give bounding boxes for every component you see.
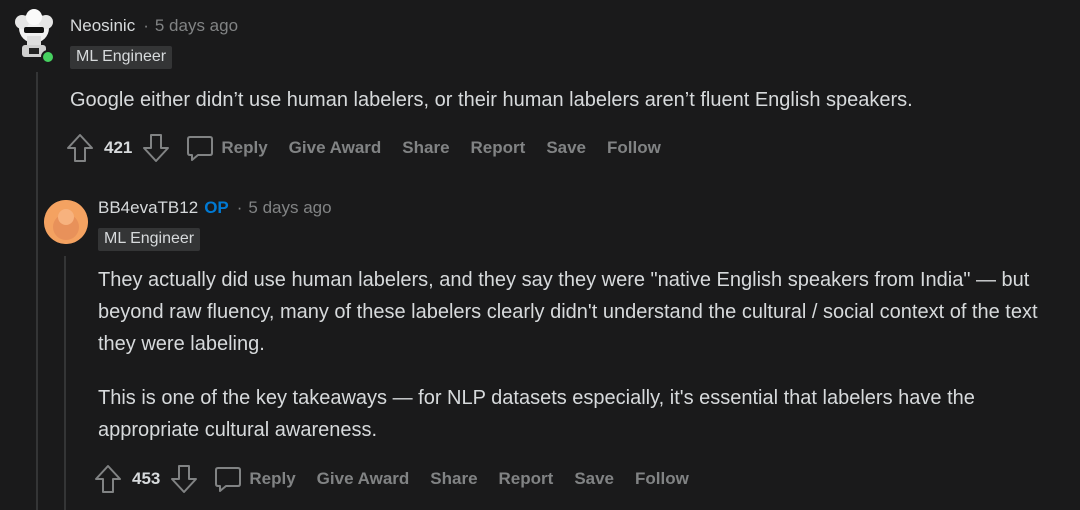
- online-status-indicator: [41, 50, 55, 64]
- author-name[interactable]: BB4evaTB12: [98, 198, 198, 218]
- give-award-button[interactable]: Give Award: [317, 469, 410, 489]
- downvote-icon[interactable]: [170, 464, 198, 494]
- separator: ·: [236, 198, 243, 217]
- timestamp[interactable]: 5 days ago: [155, 16, 238, 36]
- vote-count: 453: [132, 469, 161, 488]
- comment-actions: 421 Reply Give Award Share Report Save F…: [66, 130, 682, 166]
- comment-paragraph: They actually did use human labelers, an…: [98, 269, 1038, 355]
- thread-line[interactable]: [64, 256, 66, 510]
- comment-paragraph: This is one of the key takeaways — for N…: [98, 387, 975, 441]
- report-button[interactable]: Report: [499, 469, 554, 489]
- comment-paragraph: Google either didn’t use human labelers,…: [70, 89, 913, 111]
- avatar[interactable]: [44, 200, 88, 244]
- follow-button[interactable]: Follow: [635, 469, 689, 489]
- reply-label: Reply: [221, 138, 268, 157]
- upvote-icon[interactable]: [94, 464, 122, 494]
- comment-actions: 453 Reply Give Award Share Report Save F…: [94, 461, 710, 497]
- reply-label: Reply: [249, 469, 296, 488]
- vote-count: 421: [104, 138, 133, 157]
- default-orange-avatar-icon: [44, 200, 88, 244]
- comment-bubble-icon: [187, 136, 214, 161]
- user-flair: ML Engineer: [70, 46, 173, 69]
- follow-button[interactable]: Follow: [607, 138, 661, 158]
- give-award-button[interactable]: Give Award: [289, 138, 382, 158]
- upvote-icon[interactable]: [66, 133, 94, 163]
- comment-bubble-icon: [215, 467, 242, 492]
- downvote-icon[interactable]: [142, 133, 170, 163]
- report-button[interactable]: Report: [471, 138, 526, 158]
- reply-button[interactable]: Reply: [186, 133, 268, 163]
- comment-meta: BB4evaTB12 OP · 5 days ago: [98, 198, 332, 218]
- comment-body: They actually did use human labelers, an…: [98, 264, 1063, 446]
- comment-meta: Neosinic · 5 days ago: [70, 16, 238, 36]
- separator: ·: [143, 16, 149, 35]
- user-flair: ML Engineer: [98, 228, 201, 251]
- reply-button[interactable]: Reply: [214, 464, 296, 494]
- save-button[interactable]: Save: [574, 469, 614, 489]
- timestamp[interactable]: 5 days ago: [248, 198, 331, 218]
- comment-body: Google either didn’t use human labelers,…: [70, 84, 1060, 116]
- share-button[interactable]: Share: [402, 138, 449, 158]
- comment-thread: Neosinic · 5 days ago ML Engineer Google…: [0, 0, 1080, 510]
- save-button[interactable]: Save: [546, 138, 586, 158]
- op-badge: OP: [204, 198, 229, 217]
- share-button[interactable]: Share: [430, 469, 477, 489]
- author-name[interactable]: Neosinic: [70, 16, 135, 36]
- thread-line[interactable]: [36, 72, 38, 510]
